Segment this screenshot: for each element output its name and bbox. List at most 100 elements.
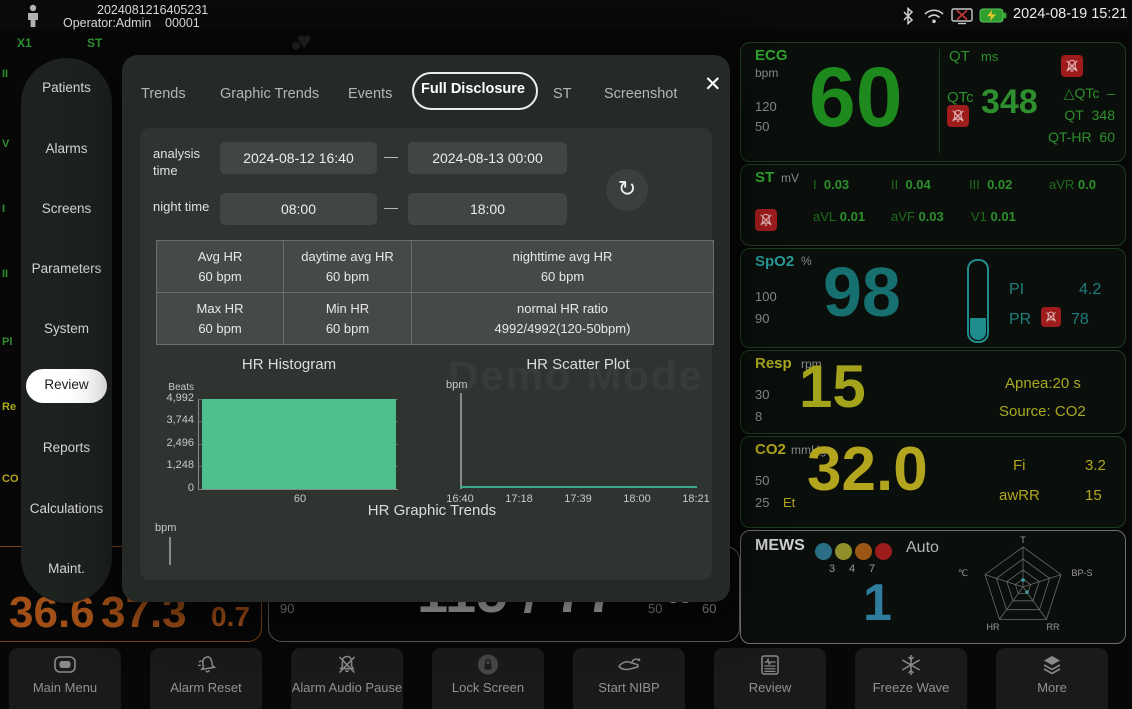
scatter-xtick: 17:39 (558, 493, 598, 505)
sidebar-item-maint[interactable]: Maint. (21, 561, 112, 581)
toolbar-label: Lock Screen (452, 680, 524, 695)
spo2-tile[interactable]: SpO2 % 100 90 98 PI 4.2 PR 78 (740, 248, 1126, 348)
table-cell: Avg HR60 bpm (157, 241, 283, 292)
tab-events[interactable]: Events (348, 86, 392, 102)
co2-limit-high: 50 (755, 473, 769, 488)
night-time-from-field[interactable]: 08:00 (220, 193, 377, 225)
tab-st[interactable]: ST (553, 86, 572, 102)
review-button[interactable]: Review (714, 648, 826, 709)
co2-value: 32.0 (807, 439, 928, 501)
pi-value: 4.2 (1079, 281, 1101, 299)
patient-icon[interactable] (25, 4, 41, 28)
night-time-to-field[interactable]: 18:00 (408, 193, 567, 225)
awrr-value: 15 (1085, 487, 1102, 504)
sidebar-item-calculations[interactable]: Calculations (21, 501, 112, 521)
ytick: 1,248 (150, 459, 194, 471)
ytick: 2,496 (150, 437, 194, 449)
tab-graphic-trends[interactable]: Graphic Trends (220, 86, 319, 102)
lock-screen-button[interactable]: Lock Screen (432, 648, 544, 709)
mews-dot-4 (875, 543, 892, 560)
tab-screenshot[interactable]: Screenshot (604, 86, 677, 102)
pi-label: PI (1009, 281, 1024, 299)
hr-graphic-trends-ylabel: bpm (155, 522, 176, 534)
freeze-wave-button[interactable]: Freeze Wave (855, 648, 967, 709)
sidebar-item-parameters[interactable]: Parameters (21, 261, 112, 281)
st-leads-row-2: aVL 0.01 aVF 0.03 V1 0.01 (813, 209, 1119, 224)
close-icon[interactable]: ✕ (704, 72, 722, 97)
bed-id: 00001 (165, 16, 200, 30)
alarm-audio-pause-button[interactable]: Alarm Audio Pause (291, 648, 403, 709)
delta-qtc-label: △QTc (1064, 85, 1100, 101)
tab-trends[interactable]: Trends (141, 86, 186, 102)
fi-label: Fi (1013, 457, 1026, 474)
range-dash-2: — (384, 199, 398, 215)
sidebar-item-reports[interactable]: Reports (21, 440, 112, 460)
st-lead-2-name: II (891, 177, 898, 192)
graphic-trends-y-axis (169, 537, 171, 565)
resp-tile[interactable]: Resp rpm 30 8 15 Apnea:20 s Source: CO2 (740, 350, 1126, 434)
qt-alarm-off-icon (1061, 55, 1083, 77)
wave-label-5: Pl (2, 336, 20, 348)
mews-label: MEWS (755, 537, 805, 555)
tab-full-disclosure[interactable]: Full Disclosure (412, 81, 534, 97)
more-icon (1039, 653, 1065, 677)
cell-value: 4992/4992(120-50bpm) (495, 321, 631, 336)
cell-name: Avg HR (198, 249, 243, 264)
display-disconnected-icon (950, 7, 974, 25)
ecg-limit-low: 50 (755, 119, 769, 134)
resp-label: Resp (755, 355, 792, 372)
resp-source: Source: CO2 (999, 403, 1086, 420)
pr-alarm-off-icon (1041, 307, 1061, 327)
st-tile[interactable]: ST mV ​I 0.03 II 0.04 III 0.02 aVR 0.0 a… (740, 164, 1126, 246)
resp-limit-high: 30 (755, 387, 769, 402)
more-button[interactable]: More (996, 648, 1108, 709)
radar-axis-rr: RR (1047, 622, 1060, 632)
st-label: ST (755, 169, 774, 186)
st-lead-5-value: 0.01 (840, 209, 865, 224)
scatter-y-axis (460, 393, 462, 489)
main-menu-button[interactable]: Main Menu (9, 648, 121, 709)
spo2-limit-high: 100 (755, 289, 777, 304)
mews-tile[interactable]: MEWS 3 4 7 Auto 1 T BP-S RR HR ℃ (740, 530, 1126, 644)
wave-gain-label: X1 (17, 36, 32, 50)
refresh-button[interactable]: ↻ (606, 169, 648, 211)
sidebar-item-system[interactable]: System (21, 321, 112, 341)
ytick: 3,744 (150, 414, 194, 426)
alarm-reset-icon (193, 653, 219, 677)
device-serial: 2024081216405231 (97, 3, 208, 17)
spo2-limit-low: 90 (755, 311, 769, 326)
range-dash-1: — (384, 148, 398, 164)
mews-threshold-2: 4 (849, 563, 855, 575)
ecg-divider (939, 49, 940, 153)
st-unit: mV (781, 171, 799, 185)
awrr-label: awRR (999, 487, 1040, 504)
analysis-time-to-field[interactable]: 2024-08-13 00:00 (408, 142, 567, 174)
toolbar-label: Alarm Reset (170, 680, 242, 695)
radar-axis-temp: ℃ (958, 568, 968, 578)
start-nibp-button[interactable]: Start NIBP (573, 648, 685, 709)
wave-label-1: II (2, 68, 20, 80)
sidebar-item-patients[interactable]: Patients (21, 80, 112, 100)
apnea-setting: Apnea:20 s (1005, 375, 1081, 392)
st-lead-1-name: I (813, 177, 817, 192)
sidebar-item-alarms[interactable]: Alarms (21, 141, 112, 161)
review-icon (757, 653, 783, 677)
bluetooth-icon (901, 7, 915, 25)
hr-scatter-title: HR Scatter Plot (488, 356, 668, 373)
cell-name: nighttime avg HR (513, 249, 613, 264)
scatter-xtick: 18:21 (676, 493, 716, 505)
ecg-limit-high: 120 (755, 99, 777, 114)
cell-name: daytime avg HR (301, 249, 393, 264)
ecg-label: ECG (755, 47, 788, 64)
sidebar-item-review[interactable]: Review (26, 377, 107, 397)
co2-tile[interactable]: CO2 mmHg 50 25 Et 32.0 Fi 3.2 awRR 15 (740, 436, 1126, 528)
sidebar-item-screens[interactable]: Screens (21, 201, 112, 221)
ecg-tile[interactable]: ECG bpm 120 50 60 QT ms QTc 348 △QTc – Q… (740, 42, 1126, 162)
mews-radar-chart: T BP-S RR HR ℃ (950, 533, 1118, 639)
alarm-reset-button[interactable]: Alarm Reset (150, 648, 262, 709)
main-menu-icon (52, 653, 78, 677)
analysis-time-from-field[interactable]: 2024-08-12 16:40 (220, 142, 377, 174)
spo2-value: 98 (823, 257, 901, 327)
nibp-pr-low: 60 (702, 601, 716, 616)
qthr-label: QT-HR (1048, 129, 1092, 145)
